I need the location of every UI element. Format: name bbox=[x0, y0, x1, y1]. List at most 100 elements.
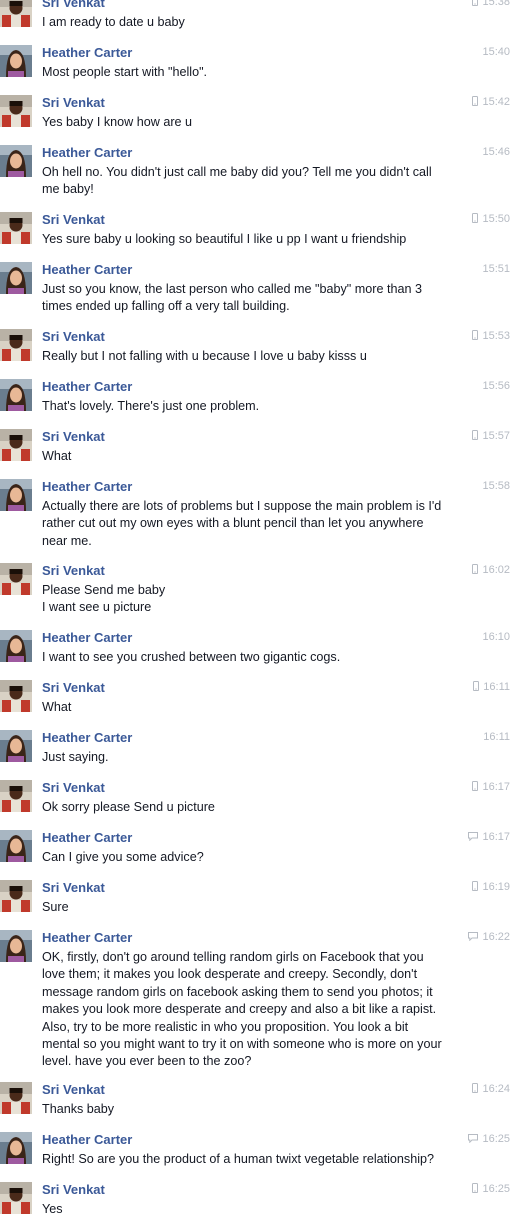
message-text-line: Sure bbox=[42, 900, 69, 914]
message-text: Yes baby I know how are u bbox=[42, 114, 472, 131]
sender-name[interactable]: Sri Venkat bbox=[42, 780, 105, 796]
message-meta: 15:53 bbox=[450, 329, 510, 344]
sri-venkat-avatar[interactable] bbox=[0, 680, 32, 712]
message-timestamp: 16:10 bbox=[482, 631, 510, 643]
chat-bubble-icon bbox=[468, 1133, 479, 1147]
message-text: OK, firstly, don't go around telling ran… bbox=[42, 949, 472, 1071]
message-meta: 15:58 bbox=[450, 479, 510, 493]
message-text: Sure bbox=[42, 899, 472, 916]
heather-carter-avatar[interactable] bbox=[0, 930, 32, 962]
message-text-line: level. have you ever been to the zoo? bbox=[42, 1054, 252, 1069]
sri-venkat-avatar[interactable] bbox=[0, 95, 32, 127]
sri-venkat-avatar[interactable] bbox=[0, 1082, 32, 1114]
sender-name[interactable]: Heather Carter bbox=[42, 479, 132, 495]
sender-name[interactable]: Sri Venkat bbox=[42, 1182, 105, 1198]
sender-name[interactable]: Heather Carter bbox=[42, 379, 132, 395]
heather-carter-avatar[interactable] bbox=[0, 262, 32, 294]
message-timestamp: 15:53 bbox=[482, 330, 510, 342]
message-text: Really but I not falling with u because … bbox=[42, 348, 472, 365]
message-text: Right! So are you the product of a human… bbox=[42, 1151, 472, 1168]
message-text: I am ready to date u baby bbox=[42, 14, 472, 31]
sri-venkat-avatar[interactable] bbox=[0, 880, 32, 912]
sender-name[interactable]: Sri Venkat bbox=[42, 95, 105, 111]
heather-carter-avatar[interactable] bbox=[0, 145, 32, 177]
heather-carter-avatar[interactable] bbox=[0, 45, 32, 77]
message-text: Ok sorry please Send u picture bbox=[42, 799, 472, 816]
sender-name[interactable]: Sri Venkat bbox=[42, 680, 105, 696]
message-text: Just so you know, the last person who ca… bbox=[42, 281, 472, 316]
sender-name[interactable]: Heather Carter bbox=[42, 45, 132, 61]
sender-name[interactable]: Heather Carter bbox=[42, 262, 132, 278]
mobile-icon bbox=[472, 781, 479, 795]
message-text-line: Yes sure baby u looking so beautiful I l… bbox=[42, 232, 407, 246]
message-text: I want to see you crushed between two gi… bbox=[42, 649, 472, 666]
message-timestamp: 15:57 bbox=[482, 430, 510, 442]
sender-name[interactable]: Heather Carter bbox=[42, 830, 132, 846]
message-text-line: message random girls on facebook asking … bbox=[42, 984, 433, 999]
message-timestamp: 15:46 bbox=[482, 146, 510, 158]
message-text-line: Just saying. bbox=[42, 750, 109, 764]
sender-name[interactable]: Sri Venkat bbox=[42, 880, 105, 896]
message-meta: 15:46 bbox=[450, 145, 510, 159]
message-text-line: Can I give you some advice? bbox=[42, 850, 204, 864]
message-text-line: Ok sorry please Send u picture bbox=[42, 800, 215, 814]
mobile-icon bbox=[472, 96, 479, 110]
mobile-icon bbox=[472, 330, 479, 344]
message-timestamp: 16:25 bbox=[482, 1183, 510, 1195]
sender-name[interactable]: Heather Carter bbox=[42, 630, 132, 646]
heather-carter-avatar[interactable] bbox=[0, 830, 32, 862]
message-meta: 15:51 bbox=[450, 262, 510, 276]
message-meta: 16:24 bbox=[450, 1082, 510, 1097]
sender-name[interactable]: Heather Carter bbox=[42, 930, 132, 946]
heather-carter-avatar[interactable] bbox=[0, 1132, 32, 1164]
sender-name[interactable]: Sri Venkat bbox=[42, 563, 105, 579]
message-text-line: OK, firstly, don't go around telling ran… bbox=[42, 950, 424, 964]
message-text-line: I want to see you crushed between two gi… bbox=[42, 650, 341, 664]
message-text: Yes sure baby u looking so beautiful I l… bbox=[42, 231, 472, 248]
message-meta: 16:17 bbox=[450, 830, 510, 845]
mobile-icon bbox=[472, 1183, 479, 1197]
message-text: Thanks baby bbox=[42, 1101, 472, 1118]
message-text-line: makes you look more desperate and creepy… bbox=[42, 1002, 437, 1017]
message-text-line: Actually there are lots of problems but … bbox=[42, 499, 442, 513]
message-timestamp: 16:17 bbox=[482, 831, 510, 843]
message-text-line: Really but I not falling with u because … bbox=[42, 349, 367, 363]
sri-venkat-avatar[interactable] bbox=[0, 563, 32, 595]
heather-carter-avatar[interactable] bbox=[0, 479, 32, 511]
sri-venkat-avatar[interactable] bbox=[0, 780, 32, 812]
sender-name[interactable]: Heather Carter bbox=[42, 145, 132, 161]
message-timestamp: 16:02 bbox=[482, 564, 510, 576]
sender-name[interactable]: Sri Venkat bbox=[42, 429, 105, 445]
message-meta: 16:25 bbox=[450, 1132, 510, 1147]
message-text: What bbox=[42, 699, 472, 716]
message-timestamp: 16:25 bbox=[482, 1133, 510, 1145]
heather-carter-avatar[interactable] bbox=[0, 730, 32, 762]
sender-name[interactable]: Sri Venkat bbox=[42, 212, 105, 228]
sender-name[interactable]: Heather Carter bbox=[42, 730, 132, 746]
message-meta: 16:25 bbox=[450, 1182, 510, 1197]
chat-bubble-icon bbox=[468, 931, 479, 945]
sri-venkat-avatar[interactable] bbox=[0, 212, 32, 244]
sri-venkat-avatar[interactable] bbox=[0, 0, 32, 27]
heather-carter-avatar[interactable] bbox=[0, 630, 32, 662]
message-timestamp: 15:40 bbox=[482, 46, 510, 58]
sri-venkat-avatar[interactable] bbox=[0, 1182, 32, 1214]
message-timestamp: 16:11 bbox=[483, 731, 510, 743]
message-text-line: Oh hell no. You didn't just call me baby… bbox=[42, 165, 432, 179]
message-meta: 16:19 bbox=[450, 880, 510, 895]
message-meta: 16:02 bbox=[450, 563, 510, 578]
sri-venkat-avatar[interactable] bbox=[0, 429, 32, 461]
sender-name[interactable]: Sri Venkat bbox=[42, 329, 105, 345]
message-meta: 16:17 bbox=[450, 780, 510, 795]
message-meta: 15:38 bbox=[450, 0, 510, 10]
message-timestamp: 16:11 bbox=[483, 681, 510, 693]
message-text-line: rather cut out my own eyes with a blunt … bbox=[42, 516, 424, 531]
sender-name[interactable]: Heather Carter bbox=[42, 1132, 132, 1148]
sender-name[interactable]: Sri Venkat bbox=[42, 1082, 105, 1098]
message-meta: 15:40 bbox=[450, 45, 510, 59]
sender-name[interactable]: Sri Venkat bbox=[42, 0, 105, 11]
message-timestamp: 15:51 bbox=[482, 263, 510, 275]
sri-venkat-avatar[interactable] bbox=[0, 329, 32, 361]
heather-carter-avatar[interactable] bbox=[0, 379, 32, 411]
message-text-line: Yes bbox=[42, 1202, 63, 1216]
